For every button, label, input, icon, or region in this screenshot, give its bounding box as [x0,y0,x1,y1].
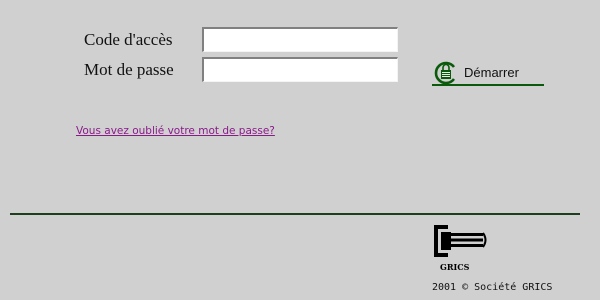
grics-logo-text: GRICS [440,262,470,272]
footer-divider [10,213,580,215]
padlock-icon [434,61,456,85]
forgot-password-link[interactable]: Vous avez oublié votre mot de passe? [76,125,275,137]
access-code-input[interactable] [202,27,398,52]
start-button-label: Démarrer [464,65,519,80]
access-code-label: Code d'accès [84,30,173,49]
start-button-underline [432,84,544,86]
password-input[interactable] [202,57,398,82]
copyright-text: 2001 © Société GRICS [432,282,553,293]
start-button[interactable]: Démarrer [432,60,544,88]
password-label: Mot de passe [84,60,174,79]
